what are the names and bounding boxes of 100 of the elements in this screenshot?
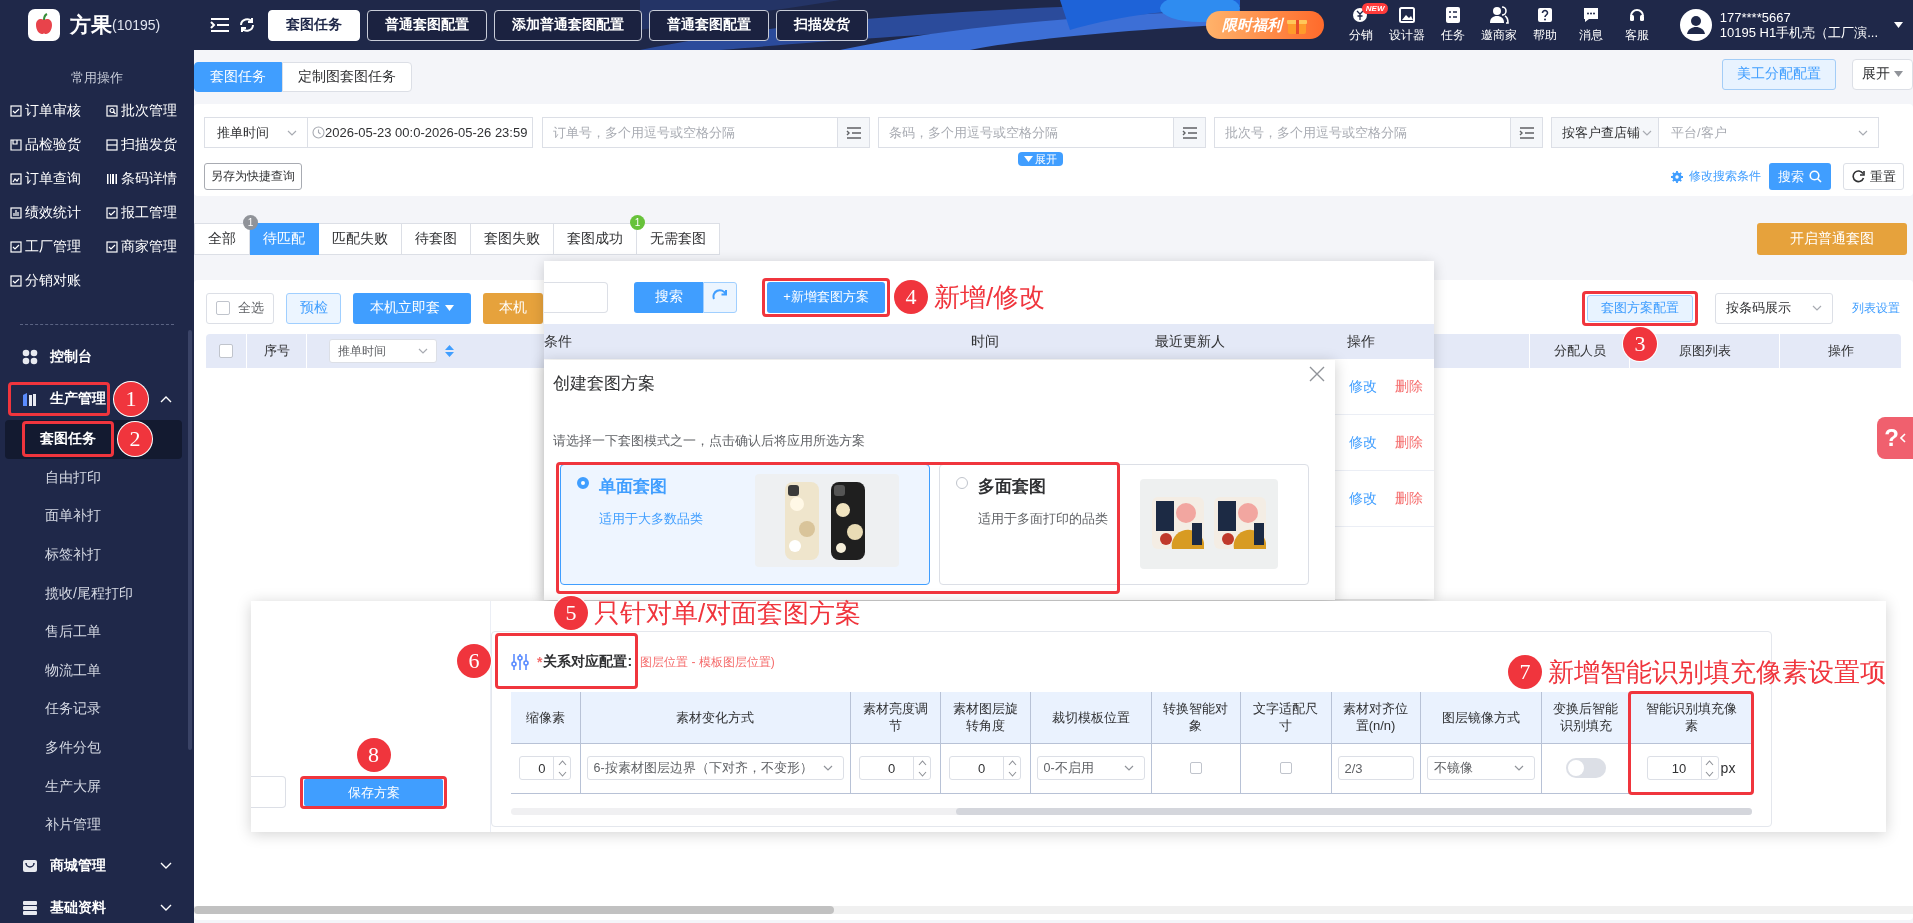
section-title: 常用操作 bbox=[70, 69, 124, 87]
menu-item[interactable]: 面单补打 bbox=[5, 497, 182, 536]
menu-group[interactable]: 商城管理 bbox=[22, 856, 106, 875]
nav-tab[interactable]: 普通套图配置 bbox=[649, 9, 769, 41]
shortcut-link[interactable]: 扫描发货 bbox=[106, 128, 194, 162]
column-header: 素材对齐位置(n/n) bbox=[1331, 692, 1420, 743]
date-range-field[interactable]: 2026-05-23 00:0-2026-05-26 23:59 bbox=[308, 117, 533, 148]
column-header: 时间 bbox=[971, 332, 999, 351]
menu-item[interactable]: 售后工单 bbox=[5, 612, 182, 652]
shortcut-link[interactable]: 分销对账 bbox=[10, 264, 106, 298]
shortcut-link[interactable]: 条码详情 bbox=[106, 162, 194, 196]
option-card[interactable]: 多面套图 适用于多面打印的品类 bbox=[939, 464, 1309, 585]
column-header: 素材图层旋转角度 bbox=[940, 692, 1030, 743]
option-title: 单面套图 bbox=[599, 476, 668, 498]
expand-button[interactable]: 展开 bbox=[1852, 58, 1913, 90]
nav-tab[interactable]: 添加普通套图配置 bbox=[494, 9, 642, 41]
menu-item[interactable]: 揽收/尾程打印 bbox=[5, 574, 182, 613]
column-header: 素材亮度调节 bbox=[850, 692, 940, 743]
toolbar-button[interactable]: 帮助 bbox=[1521, 6, 1568, 44]
menu-item[interactable]: 多件分包 bbox=[5, 728, 182, 768]
callout-text: 新增智能识别填充像素设置项 bbox=[1548, 656, 1886, 689]
menu-item[interactable]: 任务记录 bbox=[5, 690, 182, 729]
column-header: 转换智能对象 bbox=[1151, 692, 1240, 743]
display-mode-dropdown[interactable]: 按条码展示 bbox=[1715, 292, 1833, 324]
dialog-hint: 请选择一下套图模式之一，点击确认后将应用所选方案 bbox=[553, 432, 865, 450]
number-field[interactable]: 10 bbox=[1646, 756, 1719, 780]
account-id: (10195) bbox=[112, 17, 161, 33]
toolbar-button[interactable]: 邀商家 bbox=[1475, 6, 1522, 44]
option-description: 适用于大多数品类 bbox=[599, 510, 703, 528]
text-field[interactable]: 2/3 bbox=[1337, 756, 1414, 780]
toolbar-button[interactable]: 消息 bbox=[1567, 6, 1614, 44]
time-type-dropdown[interactable]: 推单时间 bbox=[204, 117, 308, 148]
menu-group[interactable]: 基础资料 bbox=[22, 898, 106, 917]
new-badge: NEW bbox=[1361, 3, 1389, 14]
menu-item[interactable]: 物流工单 bbox=[5, 651, 182, 691]
shortcut-link[interactable]: 商家管理 bbox=[106, 230, 194, 264]
toolbar-button[interactable]: 任务 bbox=[1429, 6, 1476, 44]
shortcut-link[interactable]: 批次管理 bbox=[106, 94, 194, 128]
barcode-search-field[interactable]: 条码，多个用逗号或空格分隔 bbox=[878, 117, 1174, 148]
unit-label: px bbox=[1720, 760, 1736, 776]
shortcut-link[interactable]: 订单查询 bbox=[10, 162, 106, 196]
status-tab[interactable]: 套图失败 bbox=[471, 222, 554, 255]
column-header: 条件 bbox=[544, 332, 572, 351]
shortcut-link[interactable]: 报工管理 bbox=[106, 196, 194, 230]
column-header: 操作 bbox=[1779, 334, 1901, 368]
nav-tab[interactable]: 普通套图配置 bbox=[367, 9, 487, 41]
shortcut-link[interactable]: 品检验货 bbox=[10, 128, 106, 162]
menu-group[interactable]: 生产管理 bbox=[22, 390, 106, 408]
app-name: 方果 bbox=[70, 12, 112, 38]
shortcut-link[interactable]: 工厂管理 bbox=[10, 230, 106, 264]
dialog-title: 创建套图方案 bbox=[553, 373, 655, 395]
number-field[interactable]: 0 bbox=[949, 756, 1021, 780]
section-title: 关系对应配置: bbox=[543, 653, 633, 671]
shop-mode-dropdown[interactable]: 按客户查店铺 bbox=[1551, 117, 1659, 148]
reset-button[interactable]: 重置 bbox=[1843, 163, 1904, 190]
callout-text: 只针对单/对面套图方案 bbox=[594, 597, 862, 630]
save-query-button[interactable]: 另存为快捷查询 bbox=[204, 163, 302, 190]
menu-item[interactable]: 生产大屏 bbox=[5, 767, 182, 806]
count-badge: 1 bbox=[243, 214, 258, 230]
section-note: 图层位置 - 模板图层位置) bbox=[640, 653, 775, 671]
order-search-field[interactable]: 订单号，多个用逗号或空格分隔 bbox=[542, 117, 838, 148]
column-header: 序号 bbox=[246, 334, 306, 368]
status-tab[interactable]: 匹配失败 bbox=[319, 222, 402, 255]
view-tab[interactable]: 定制图套图任务 bbox=[282, 62, 412, 92]
dropdown[interactable]: 0-不启用 bbox=[1036, 756, 1145, 780]
shortcut-link[interactable]: 绩效统计 bbox=[10, 196, 106, 230]
number-field[interactable]: 0 bbox=[859, 756, 931, 780]
dropdown[interactable]: 6-按素材图层边界（下对齐，不变形） bbox=[586, 756, 844, 780]
nav-tab[interactable]: 套图任务 bbox=[268, 9, 360, 41]
dropdown[interactable]: 不镜像 bbox=[1426, 756, 1535, 780]
number-field[interactable]: 0 bbox=[519, 756, 572, 780]
column-header: 操作 bbox=[1347, 332, 1375, 351]
column-header: 智能识别填充像素 bbox=[1630, 692, 1752, 743]
option-description: 适用于多面打印的品类 bbox=[978, 510, 1108, 528]
toolbar-button[interactable]: 客服 bbox=[1613, 6, 1660, 44]
column-header: 文字适配尺寸 bbox=[1240, 692, 1331, 743]
status-tab[interactable]: 套图成功 bbox=[554, 222, 637, 255]
status-tab[interactable]: 全部 bbox=[194, 222, 250, 255]
user-company: 10195 H1手机壳（工厂演... bbox=[1719, 25, 1878, 40]
option-title: 多面套图 bbox=[978, 476, 1047, 498]
select-all-checkbox[interactable]: 全选 bbox=[206, 292, 274, 324]
status-tab[interactable]: 待套图 bbox=[402, 222, 471, 255]
column-header: 图层镜像方式 bbox=[1420, 692, 1541, 743]
column-header: 素材变化方式 bbox=[580, 692, 850, 743]
menu-group[interactable]: 控制台 bbox=[22, 348, 92, 366]
column-header: 缩像素 bbox=[511, 692, 580, 743]
user-phone: 177****5667 bbox=[1719, 10, 1792, 25]
nav-tab[interactable]: 扫描发货 bbox=[776, 9, 868, 41]
column-header: 裁切模板位置 bbox=[1030, 692, 1151, 743]
shortcut-link[interactable]: 订单审核 bbox=[10, 94, 106, 128]
count-badge: 1 bbox=[630, 214, 645, 230]
menu-item[interactable]: 补片管理 bbox=[5, 805, 182, 845]
column-header: 最近更新人 bbox=[1155, 332, 1225, 351]
callout-text: 新增/修改 bbox=[934, 281, 1046, 314]
column-header: 变换后智能识别填充 bbox=[1541, 692, 1630, 743]
batch-search-field[interactable]: 批次号，多个用逗号或空格分隔 bbox=[1214, 117, 1511, 148]
menu-item[interactable]: 自由打印 bbox=[5, 458, 182, 498]
menu-item[interactable]: 标签补打 bbox=[5, 535, 182, 575]
required-mark: * bbox=[537, 654, 543, 670]
sort-field-dropdown[interactable]: 推单时间 bbox=[329, 339, 437, 363]
